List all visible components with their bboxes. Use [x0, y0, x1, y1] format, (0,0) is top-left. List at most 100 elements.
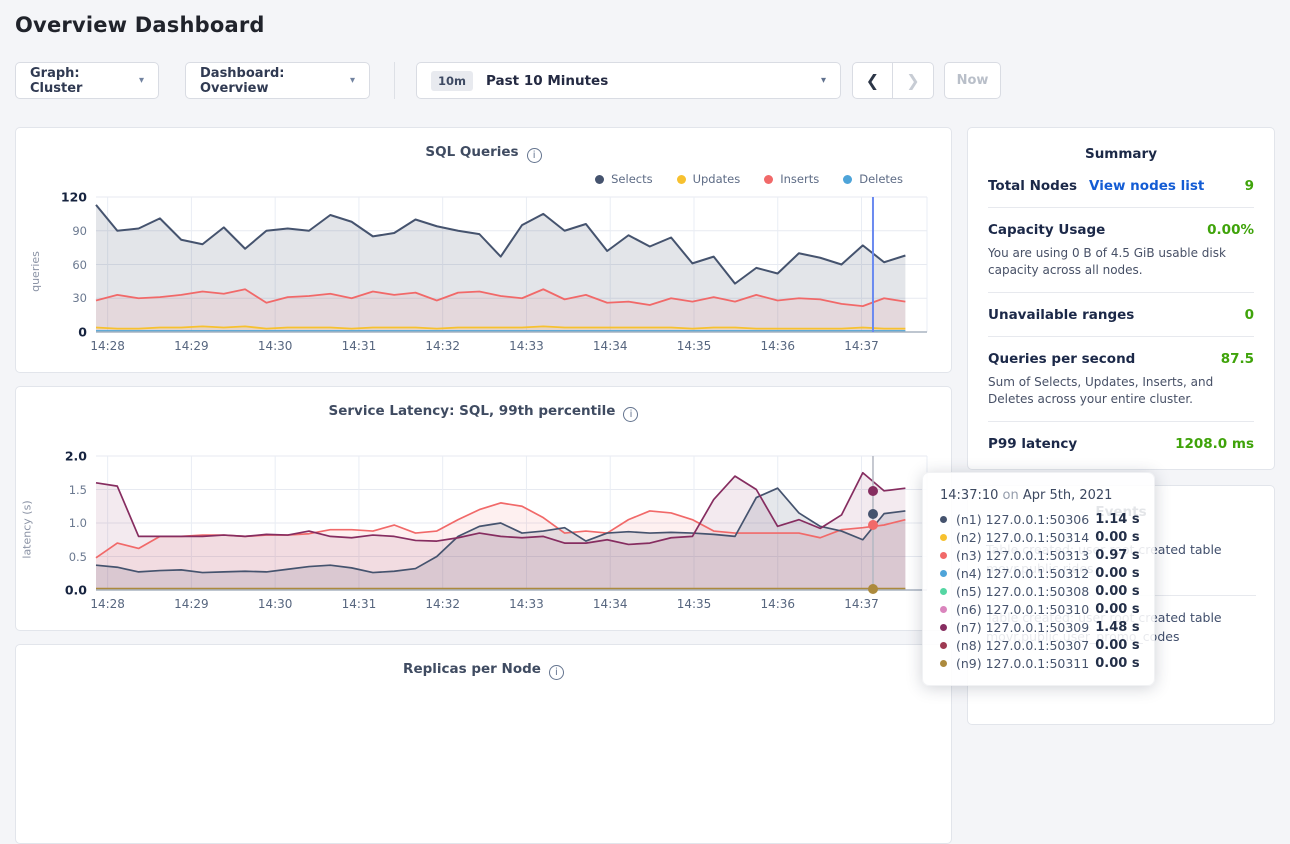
- node-color-dot-icon: [940, 588, 947, 595]
- sql-queries-chart-card: SQL Queries i Selects Updates Inserts Delete…: [15, 127, 952, 373]
- tooltip-node-row: (n9) 127.0.0.1:503110.00 s: [940, 654, 1138, 672]
- chart-title: SQL Queries: [425, 144, 518, 160]
- tooltip-node-row: (n4) 127.0.0.1:503120.00 s: [940, 564, 1138, 582]
- legend-item-selects[interactable]: Selects: [595, 172, 652, 186]
- y-axis-tick: 1.0: [69, 516, 87, 530]
- x-axis-tick: 14:32: [425, 339, 460, 353]
- tooltip-node-address: (n9) 127.0.0.1:50311: [956, 656, 1089, 671]
- y-axis-tick: 0: [78, 325, 87, 340]
- summary-value: 9: [1245, 178, 1254, 194]
- legend-dot-icon: [595, 175, 604, 184]
- summary-desc: You are using 0 B of 4.5 GiB usable disk…: [988, 245, 1254, 279]
- x-axis-tick: 14:34: [593, 339, 628, 353]
- summary-label: Queries per second: [988, 351, 1135, 367]
- x-axis-tick: 14:35: [677, 597, 712, 611]
- tooltip-node-row: (n6) 127.0.0.1:503100.00 s: [940, 600, 1138, 618]
- legend-dot-icon: [677, 175, 686, 184]
- tooltip-node-address: (n1) 127.0.0.1:50306: [956, 512, 1089, 527]
- tooltip-node-address: (n2) 127.0.0.1:50314: [956, 530, 1089, 545]
- chart-title: Replicas per Node: [403, 661, 541, 677]
- info-icon[interactable]: i: [623, 407, 638, 422]
- node-color-dot-icon: [940, 570, 947, 577]
- tooltip-node-address: (n3) 127.0.0.1:50313: [956, 548, 1089, 563]
- x-axis-tick: 14:36: [760, 597, 795, 611]
- chevron-down-icon: ▾: [350, 75, 355, 86]
- y-axis-tick: 2.0: [65, 449, 87, 464]
- legend-label: Inserts: [780, 172, 819, 186]
- node-color-dot-icon: [940, 624, 947, 631]
- x-axis-tick: 14:36: [760, 339, 795, 353]
- x-axis-tick: 14:34: [593, 597, 628, 611]
- graph-scope-dropdown[interactable]: Graph: Cluster ▾: [15, 62, 159, 99]
- y-axis-tick: 60: [72, 258, 87, 272]
- hover-point-dot: [868, 509, 878, 519]
- summary-label: Unavailable ranges: [988, 307, 1134, 323]
- x-axis-tick: 14:35: [677, 339, 712, 353]
- legend-item-deletes[interactable]: Deletes: [843, 172, 903, 186]
- y-axis-tick: 0.0: [65, 583, 87, 598]
- time-range-badge: 10m: [431, 71, 473, 91]
- summary-panel: Summary Total Nodes View nodes list 9 Ca…: [967, 127, 1275, 470]
- x-axis-tick: 14:37: [844, 339, 879, 353]
- now-button: Now: [944, 62, 1001, 99]
- summary-row-queries-per-second: Queries per second 87.5 Sum of Selects, …: [988, 337, 1254, 422]
- tooltip-node-address: (n7) 127.0.0.1:50309: [956, 620, 1089, 635]
- service-latency-chart-card: Service Latency: SQL, 99th percentilei 0…: [15, 386, 952, 631]
- controls-divider: [394, 62, 395, 99]
- tooltip-rows: (n1) 127.0.0.1:50306 1.14 s (n2) 127.0.0.1…: [940, 510, 1138, 672]
- view-nodes-list-link[interactable]: View nodes list: [1089, 178, 1204, 194]
- page-title: Overview Dashboard: [15, 13, 1290, 37]
- tooltip-node-row: (n7) 127.0.0.1:50309 1.48 s: [940, 618, 1138, 636]
- x-axis-tick: 14:33: [509, 339, 544, 353]
- time-range-dropdown[interactable]: 10m Past 10 Minutes ▾: [416, 62, 841, 99]
- summary-value: 0: [1245, 307, 1254, 323]
- hover-point-dot: [868, 584, 878, 594]
- hover-point-dot: [868, 486, 878, 496]
- tooltip-node-row: (n1) 127.0.0.1:50306 1.14 s: [940, 510, 1138, 528]
- chart-legend: Selects Updates Inserts Deletes: [16, 171, 951, 187]
- tooltip-node-address: (n5) 127.0.0.1:50308: [956, 584, 1089, 599]
- legend-dot-icon: [843, 175, 852, 184]
- tooltip-node-value: 0.00 s: [1095, 602, 1139, 617]
- summary-label: Capacity Usage: [988, 222, 1105, 238]
- tooltip-node-value: 1.14 s: [1095, 512, 1139, 527]
- tooltip-node-value: 0.00 s: [1095, 566, 1139, 581]
- chart-plot[interactable]: 0.00.51.01.52.0latency (s)14:2814:2914:3…: [96, 456, 927, 590]
- tooltip-node-value: 1.48 s: [1095, 620, 1139, 635]
- summary-value: 1208.0 ms: [1175, 436, 1254, 452]
- dashboard-dropdown-label: Dashboard: Overview: [200, 66, 340, 96]
- x-axis-tick: 14:33: [509, 597, 544, 611]
- y-axis-tick: 90: [72, 224, 87, 238]
- x-axis-tick: 14:37: [844, 597, 879, 611]
- dashboard-controls: Graph: Cluster ▾ Dashboard: Overview ▾ 1…: [15, 62, 1275, 99]
- legend-label: Selects: [611, 172, 652, 186]
- tooltip-node-row: (n8) 127.0.0.1:503070.00 s: [940, 636, 1138, 654]
- node-color-dot-icon: [940, 660, 947, 667]
- legend-item-updates[interactable]: Updates: [677, 172, 741, 186]
- chevron-down-icon: ▾: [139, 75, 144, 86]
- info-icon[interactable]: i: [527, 148, 542, 163]
- legend-dot-icon: [764, 175, 773, 184]
- node-color-dot-icon: [940, 642, 947, 649]
- tooltip-timestamp: 14:37:10 on Apr 5th, 2021: [940, 488, 1138, 503]
- y-axis-tick: 120: [61, 190, 87, 205]
- hover-point-dot: [868, 520, 878, 530]
- summary-heading: Summary: [968, 128, 1274, 164]
- time-prev-button[interactable]: ❮: [852, 62, 893, 99]
- charts-column: SQL Queries i Selects Updates Inserts Delete…: [15, 127, 952, 844]
- chevron-down-icon: ▾: [821, 75, 826, 86]
- chart-plot[interactable]: 0306090120queries14:2814:2914:3014:3114:…: [96, 197, 927, 332]
- summary-row-total-nodes: Total Nodes View nodes list 9: [988, 164, 1254, 208]
- info-icon[interactable]: i: [549, 665, 564, 680]
- x-axis-tick: 14:31: [342, 339, 377, 353]
- tooltip-node-value: 0.00 s: [1095, 638, 1139, 653]
- x-axis-tick: 14:30: [258, 339, 293, 353]
- time-next-button: ❯: [893, 62, 934, 99]
- tooltip-node-value: 0.97 s: [1095, 548, 1139, 563]
- dashboard-dropdown[interactable]: Dashboard: Overview ▾: [185, 62, 370, 99]
- x-axis-tick: 14:29: [174, 339, 209, 353]
- x-axis-tick: 14:30: [258, 597, 293, 611]
- y-axis-label: queries: [29, 251, 42, 292]
- legend-item-inserts[interactable]: Inserts: [764, 172, 819, 186]
- x-axis-tick: 14:32: [425, 597, 460, 611]
